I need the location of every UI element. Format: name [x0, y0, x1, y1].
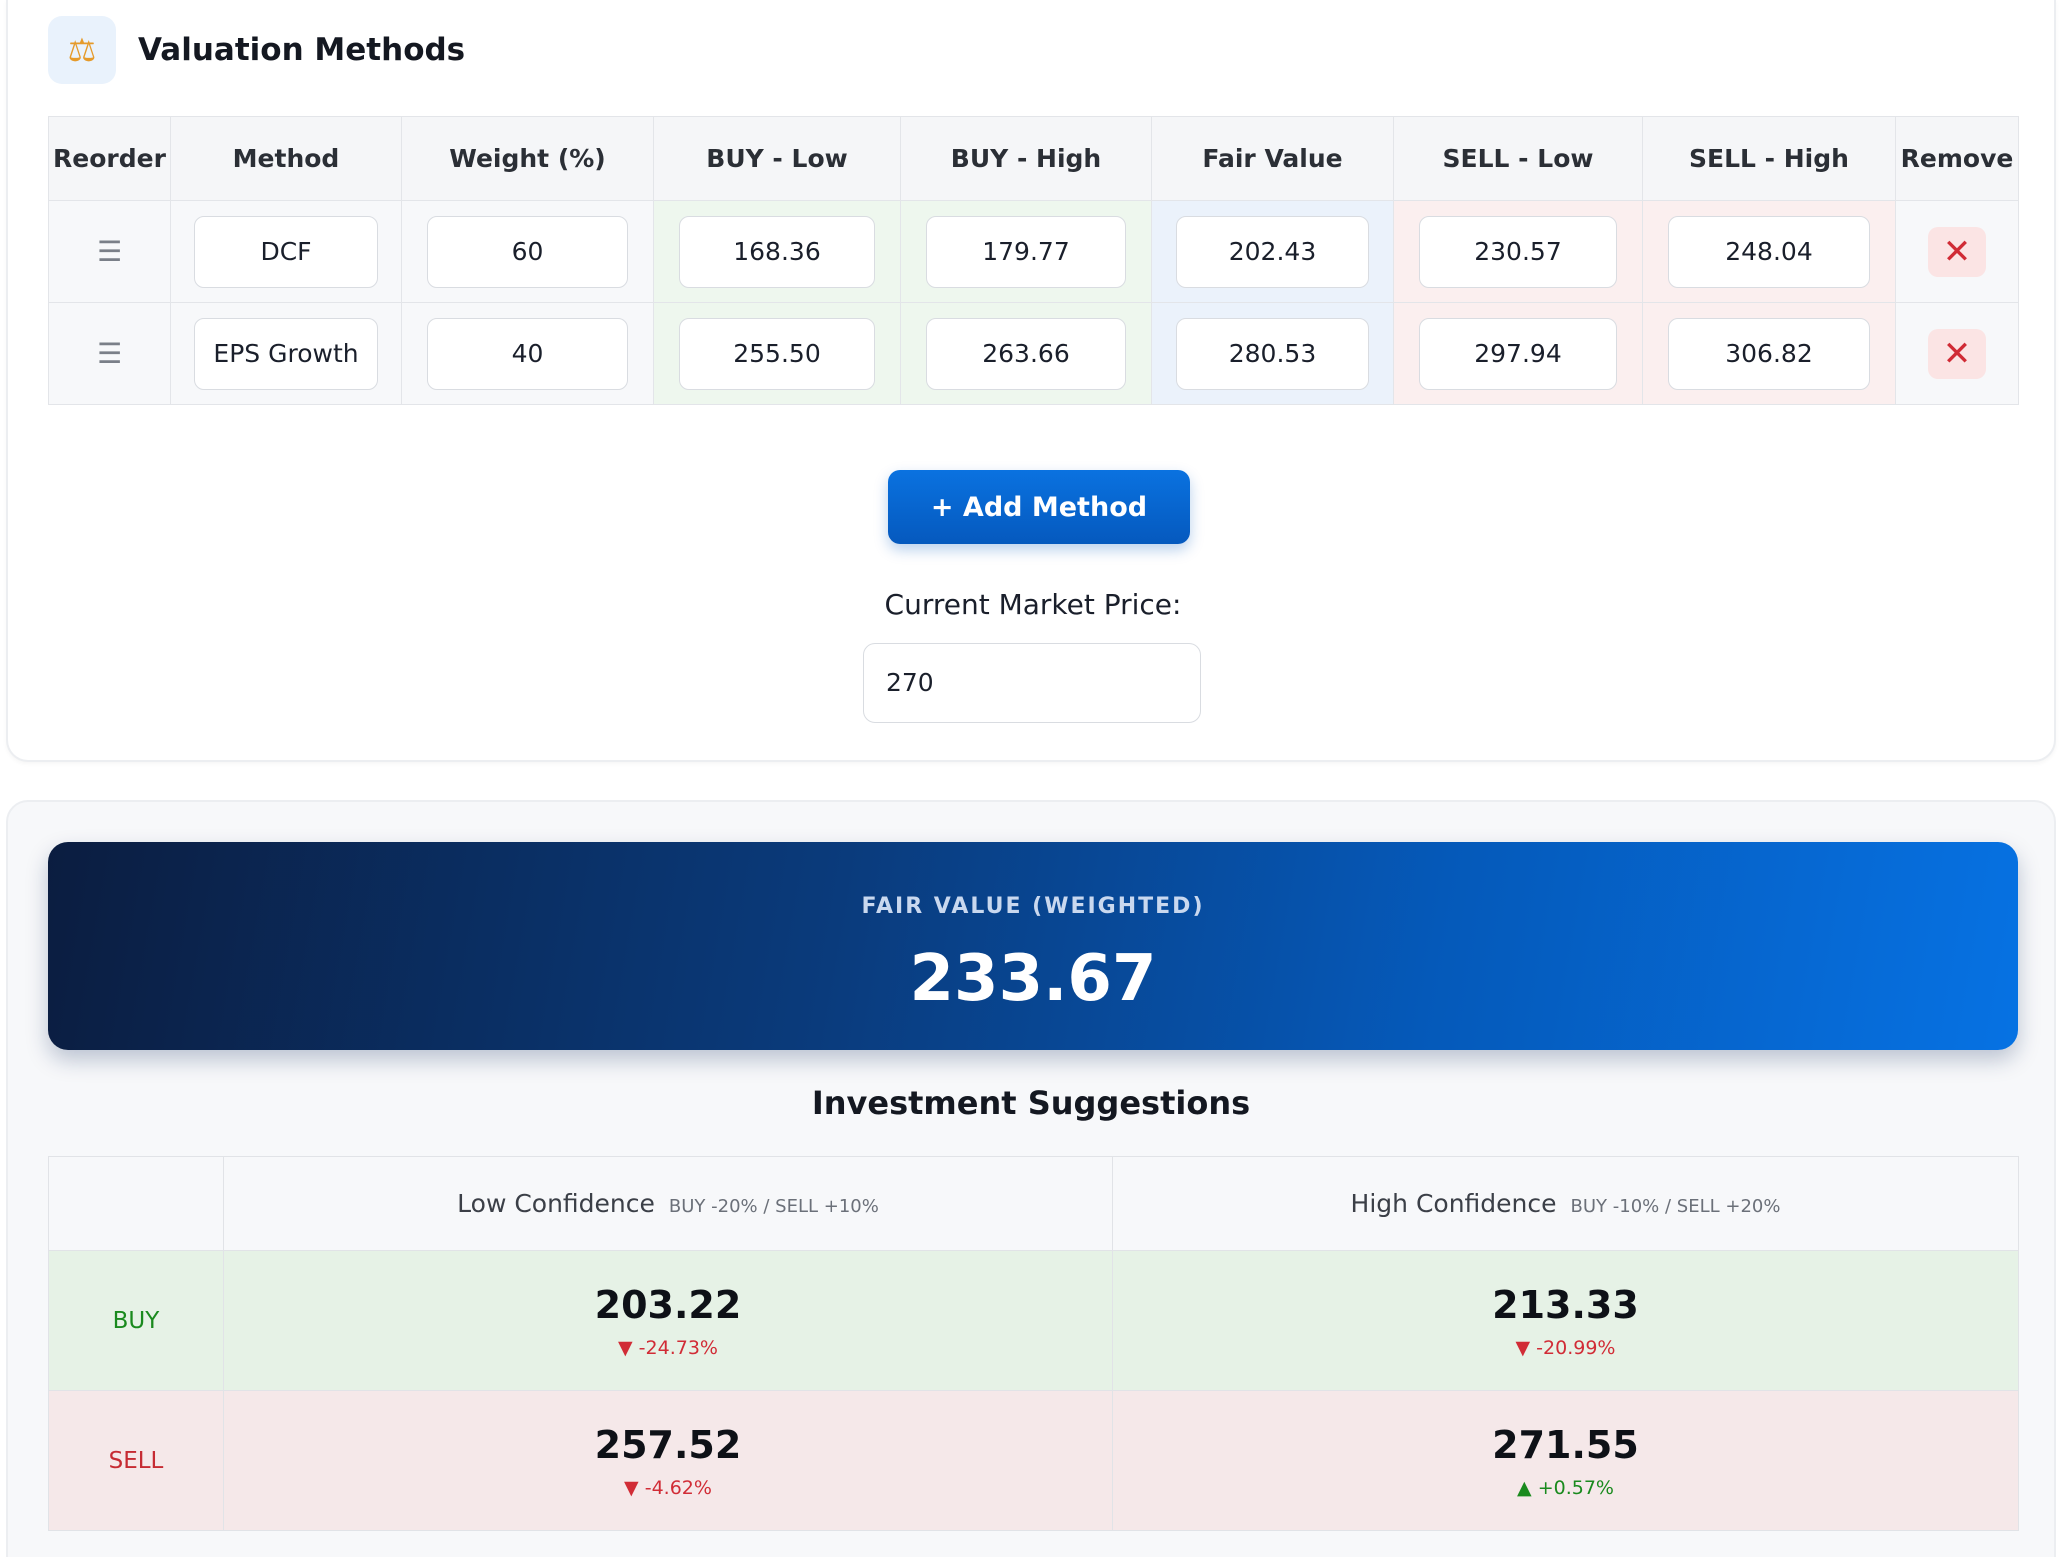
suggestions-header-row: Low Confidence BUY -20% / SELL +10% High … [48, 1156, 2019, 1251]
buy-high-input[interactable]: 179.77 [926, 215, 1126, 288]
close-icon: ✕ [1942, 333, 1972, 374]
fair-value-amount: 233.67 [909, 942, 1157, 1016]
high-confidence-label: High Confidence [1350, 1189, 1557, 1218]
add-method-button[interactable]: + Add Method [888, 470, 1190, 544]
buy-low-input[interactable]: 168.36 [678, 215, 876, 288]
column-header-method: Method [170, 116, 402, 201]
drag-handle-icon[interactable]: ☰ [97, 337, 122, 370]
arrow-down-icon: ▼ [1515, 1336, 1531, 1359]
section-header: ⚖ Valuation Methods [48, 16, 465, 84]
remove-method-button[interactable]: ✕ [1928, 328, 1986, 379]
buy-low-confidence-cell: 203.22 ▼ -24.73% [223, 1250, 1113, 1391]
buy-high-delta: ▼ -20.99% [1113, 1337, 2018, 1359]
sell-high-input[interactable]: 306.82 [1668, 317, 1870, 390]
suggestions-table: Low Confidence BUY -20% / SELL +10% High … [48, 1156, 2019, 1531]
buy-low-value: 203.22 [594, 1282, 742, 1327]
buy-high-delta-text: -20.99% [1536, 1336, 1616, 1359]
sell-low-value: 257.52 [594, 1422, 742, 1467]
arrow-down-icon: ▼ [618, 1336, 633, 1359]
sell-low-delta-text: -4.62% [644, 1476, 712, 1499]
method-row: ☰ DCF 60 168.36 179.77 202.43 230.57 248… [48, 200, 2019, 303]
arrow-up-icon: ▲ [1517, 1476, 1532, 1499]
sell-label: SELL [108, 1447, 164, 1474]
column-header-weight: Weight (%) [401, 116, 654, 201]
column-header-fair-value: Fair Value [1151, 116, 1394, 201]
high-confidence-sub: BUY -10% / SELL +20% [1570, 1196, 1781, 1217]
buy-low-delta: ▼ -24.73% [224, 1337, 1112, 1359]
fair-value-input[interactable]: 202.43 [1176, 215, 1369, 288]
fair-value-label: FAIR VALUE (WEIGHTED) [861, 894, 1205, 919]
sell-low-input[interactable]: 297.94 [1418, 317, 1618, 390]
method-name-input[interactable]: DCF [194, 215, 378, 288]
buy-high-confidence-cell: 213.33 ▼ -20.99% [1112, 1250, 2019, 1391]
column-header-sell-high: SELL - High [1642, 116, 1896, 201]
column-header-sell-low: SELL - Low [1393, 116, 1643, 201]
low-confidence-label: Low Confidence [457, 1189, 655, 1218]
column-header-reorder: Reorder [48, 116, 171, 201]
market-price-input[interactable]: 270 [863, 643, 1201, 723]
methods-table: Reorder Method Weight (%) BUY - Low BUY … [48, 116, 2019, 405]
buy-low-delta-text: -24.73% [638, 1336, 718, 1359]
scale-icon: ⚖ [48, 16, 116, 84]
low-confidence-header: Low Confidence BUY -20% / SELL +10% [223, 1156, 1113, 1251]
high-confidence-header: High Confidence BUY -10% / SELL +20% [1112, 1156, 2019, 1251]
valuation-methods-card: ⚖ Valuation Methods Reorder Method Weigh… [6, 0, 2056, 762]
column-header-remove: Remove [1895, 116, 2019, 201]
method-name-input[interactable]: EPS Growth [194, 317, 378, 390]
column-header-buy-high: BUY - High [900, 116, 1152, 201]
buy-high-input[interactable]: 263.66 [926, 317, 1126, 390]
drag-handle-icon[interactable]: ☰ [97, 235, 122, 268]
fair-value-banner: FAIR VALUE (WEIGHTED) 233.67 [48, 842, 2018, 1050]
sell-low-input[interactable]: 230.57 [1418, 215, 1618, 288]
column-header-buy-low: BUY - Low [653, 116, 901, 201]
sell-high-input[interactable]: 248.04 [1668, 215, 1870, 288]
section-title: Valuation Methods [138, 32, 466, 68]
buy-high-value: 213.33 [1492, 1282, 1639, 1327]
sell-low-confidence-cell: 257.52 ▼ -4.62% [223, 1390, 1113, 1531]
methods-header-row: Reorder Method Weight (%) BUY - Low BUY … [48, 116, 2019, 201]
suggestions-title: Investment Suggestions [811, 1084, 1251, 1122]
buy-row: BUY 203.22 ▼ -24.73% 213.33 ▼ -20.99% [48, 1250, 2019, 1391]
sell-high-delta: ▲ +0.57% [1113, 1477, 2018, 1499]
arrow-down-icon: ▼ [624, 1476, 639, 1499]
fair-value-input[interactable]: 280.53 [1176, 317, 1369, 390]
sell-row: SELL 257.52 ▼ -4.62% 271.55 ▲ +0.57% [48, 1390, 2019, 1531]
weight-input[interactable]: 60 [427, 215, 628, 288]
sell-high-value: 271.55 [1492, 1422, 1639, 1467]
weight-input[interactable]: 40 [427, 317, 628, 390]
method-row: ☰ EPS Growth 40 255.50 263.66 280.53 297… [48, 302, 2019, 405]
sell-high-delta-text: +0.57% [1537, 1476, 1614, 1499]
sell-high-confidence-cell: 271.55 ▲ +0.57% [1112, 1390, 2019, 1531]
buy-low-input[interactable]: 255.50 [678, 317, 876, 390]
sell-low-delta: ▼ -4.62% [224, 1477, 1112, 1499]
low-confidence-sub: BUY -20% / SELL +10% [668, 1196, 879, 1217]
buy-label: BUY [112, 1307, 160, 1334]
market-price-label: Current Market Price: [884, 588, 1182, 621]
close-icon: ✕ [1942, 231, 1972, 272]
empty-header-cell [48, 1156, 224, 1251]
results-card: FAIR VALUE (WEIGHTED) 233.67 Investment … [6, 800, 2056, 1557]
remove-method-button[interactable]: ✕ [1928, 226, 1986, 277]
